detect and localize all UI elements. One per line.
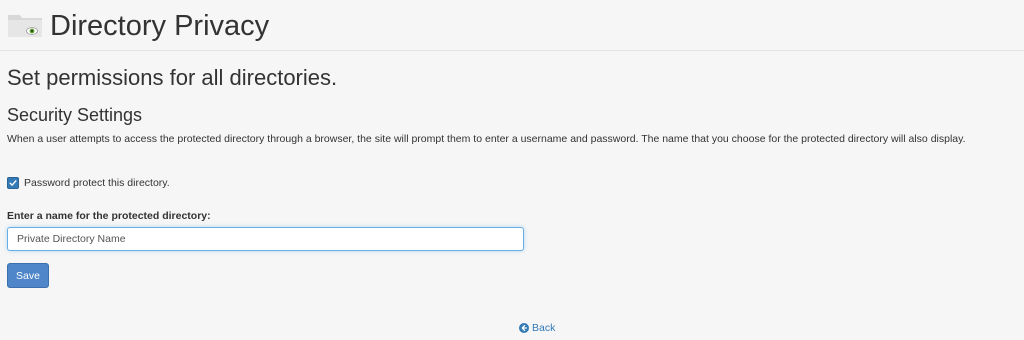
page-header: Directory Privacy (0, 0, 1024, 51)
folder-eye-icon (7, 12, 43, 38)
password-protect-label: Password protect this directory. (24, 177, 170, 189)
password-protect-option[interactable]: Password protect this directory. (7, 175, 170, 191)
back-label: Back (532, 322, 556, 334)
arrow-circle-left-icon (519, 323, 529, 333)
checkmark-icon (9, 180, 17, 186)
section-description: When a user attempts to access the prote… (7, 133, 966, 145)
page: Directory Privacy Set permissions for al… (0, 0, 1024, 340)
save-button[interactable]: Save (7, 263, 49, 288)
password-protect-checkbox[interactable] (7, 177, 19, 189)
page-title: Directory Privacy (50, 10, 270, 42)
page-subtitle: Set permissions for all directories. (7, 65, 338, 90)
directory-name-label: Enter a name for the protected directory… (7, 210, 211, 222)
back-link[interactable]: Back (519, 321, 555, 335)
directory-name-input[interactable] (7, 227, 524, 251)
section-heading: Security Settings (7, 105, 143, 125)
